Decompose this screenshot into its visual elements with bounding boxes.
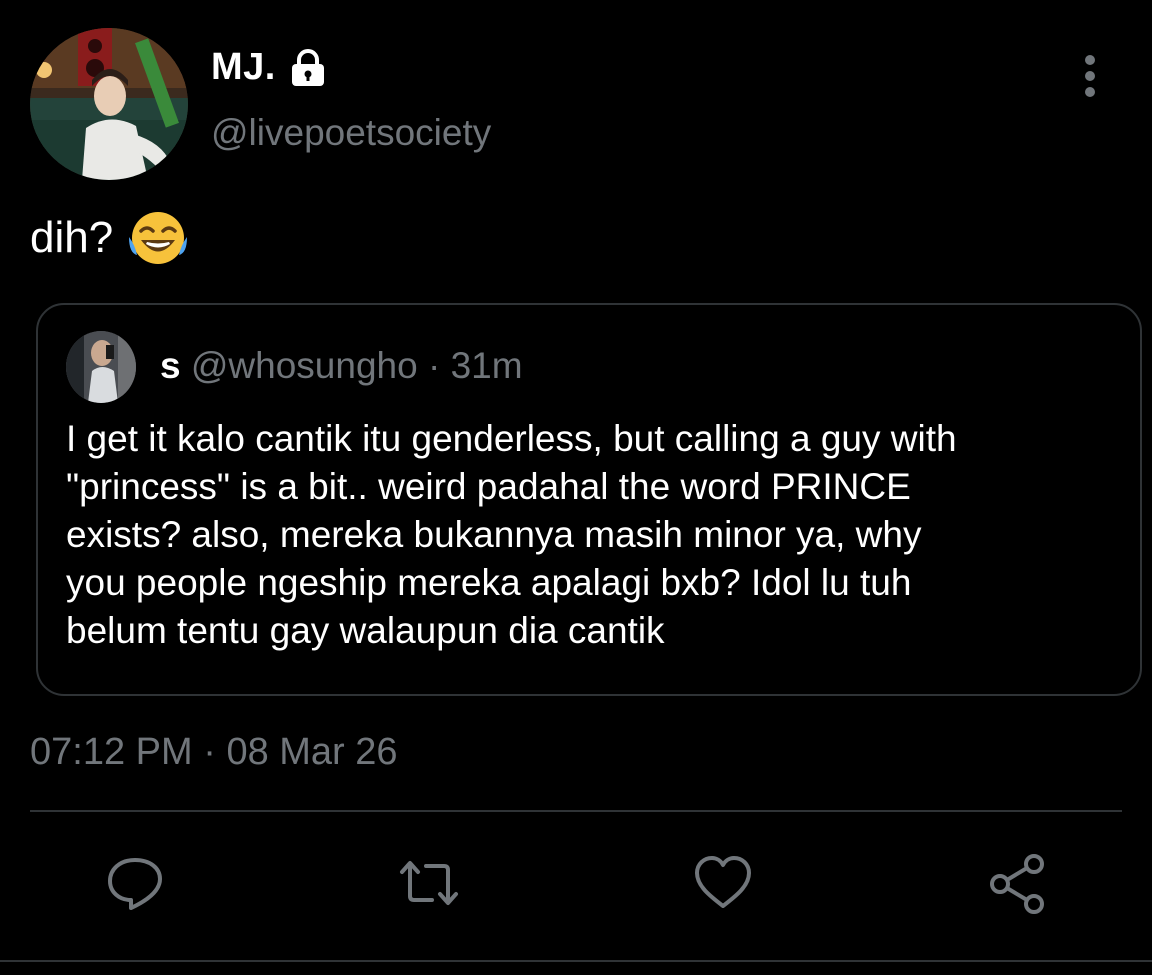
face-with-tears-of-joy-icon [127, 207, 189, 269]
quoted-separator: · [427, 345, 441, 386]
tweet-date: 08 Mar 26 [226, 731, 398, 773]
quoted-tweet-text: I get it kalo cantik itu genderless, but… [66, 418, 957, 651]
reply-icon [108, 858, 162, 910]
quoted-tweet-card[interactable]: s @whosungho · 31m I get it kalo cantik … [36, 303, 1142, 696]
more-vertical-icon [1085, 55, 1095, 97]
retweet-icon [400, 861, 458, 905]
author-name[interactable]: MJ. [211, 46, 328, 89]
author-display-name: MJ. [211, 46, 276, 88]
tweet-timestamp: 07:12 PM · 08 Mar 26 [30, 731, 398, 774]
quoted-time: 31m [450, 345, 523, 386]
quoted-avatar-image [66, 331, 136, 403]
more-options-button[interactable] [1070, 52, 1110, 100]
tweet-text: dih? [30, 207, 189, 269]
like-icon [695, 856, 751, 908]
avatar-image [30, 28, 188, 180]
bottom-divider [0, 960, 1152, 962]
tweet-body: dih? [30, 213, 114, 262]
like-button[interactable] [692, 852, 754, 914]
divider [30, 810, 1122, 812]
tweet-time: 07:12 PM [30, 731, 193, 773]
reply-button[interactable] [104, 852, 166, 914]
share-icon [990, 854, 1044, 914]
quoted-tweet-header: s @whosungho · 31m [160, 345, 523, 387]
timestamp-separator: · [203, 731, 216, 773]
quoted-author-name[interactable]: s [160, 345, 181, 386]
tweet-detail: MJ. @livepoetsociety dih? s @whosungho ·… [0, 0, 1152, 975]
retweet-button[interactable] [398, 852, 460, 914]
author-handle[interactable]: @livepoetsociety [211, 112, 491, 154]
quoted-author-handle[interactable]: @whosungho [191, 345, 418, 386]
lock-icon [288, 48, 328, 87]
author-avatar[interactable] [30, 28, 188, 180]
share-button[interactable] [986, 852, 1048, 914]
quoted-author-avatar[interactable] [66, 331, 136, 403]
